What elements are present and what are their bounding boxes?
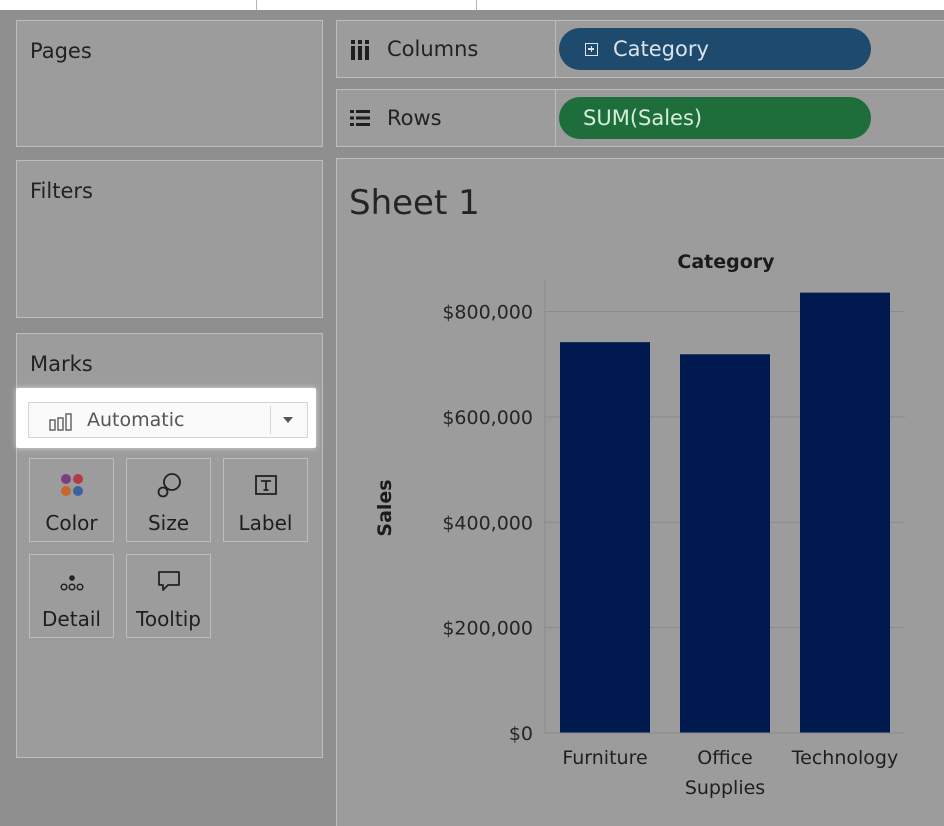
top-strip	[0, 0, 944, 10]
color-button[interactable]: Color	[29, 458, 114, 542]
pages-title: Pages	[30, 39, 92, 63]
pages-shelf[interactable]: Pages	[16, 20, 323, 147]
tooltip-label: Tooltip	[136, 607, 201, 631]
columns-shelf[interactable]: Columns Category	[336, 20, 944, 78]
detail-label: Detail	[42, 607, 101, 631]
size-button[interactable]: Size	[126, 458, 211, 542]
size-icon	[157, 473, 181, 498]
chevron-down-icon[interactable]	[283, 417, 293, 423]
color-label: Color	[45, 511, 98, 535]
top-strip-divider	[476, 0, 477, 10]
category-pill[interactable]: Category	[559, 28, 871, 70]
marks-title: Marks	[30, 352, 93, 376]
bar-chart-icon	[49, 413, 72, 431]
rows-shelf[interactable]: Rows SUM(Sales)	[336, 89, 944, 147]
mark-type-value: Automatic	[87, 409, 185, 431]
label-button[interactable]: Label	[223, 458, 308, 542]
category-pill-label: Category	[613, 37, 709, 61]
tooltip-button[interactable]: Tooltip	[126, 554, 211, 638]
tooltip-icon	[157, 571, 180, 591]
filters-shelf[interactable]: Filters	[16, 160, 323, 318]
columns-label: Columns	[387, 37, 479, 61]
mark-type-dropdown[interactable]: Automatic	[28, 402, 308, 438]
size-label: Size	[147, 511, 190, 535]
rows-label: Rows	[387, 106, 442, 130]
columns-icon	[351, 40, 369, 60]
color-icon	[60, 474, 83, 496]
label-label: Label	[238, 511, 293, 535]
dropdown-separator	[270, 406, 271, 434]
sheet-title: Sheet 1	[349, 183, 480, 223]
rows-icon	[350, 110, 370, 126]
view-area[interactable]	[336, 158, 944, 826]
mark-type-dropdown-highlight: Automatic	[16, 388, 316, 448]
top-strip-divider	[256, 0, 257, 10]
sum-sales-pill-label: SUM(Sales)	[583, 106, 703, 130]
detail-button[interactable]: Detail	[29, 554, 114, 638]
text-label-icon	[254, 475, 277, 495]
rows-shelf-label: Rows	[337, 90, 556, 146]
detail-icon	[59, 575, 84, 591]
sum-sales-pill[interactable]: SUM(Sales)	[559, 97, 871, 139]
columns-shelf-label: Columns	[337, 21, 556, 77]
expand-icon[interactable]	[585, 42, 598, 56]
filters-title: Filters	[30, 179, 93, 203]
